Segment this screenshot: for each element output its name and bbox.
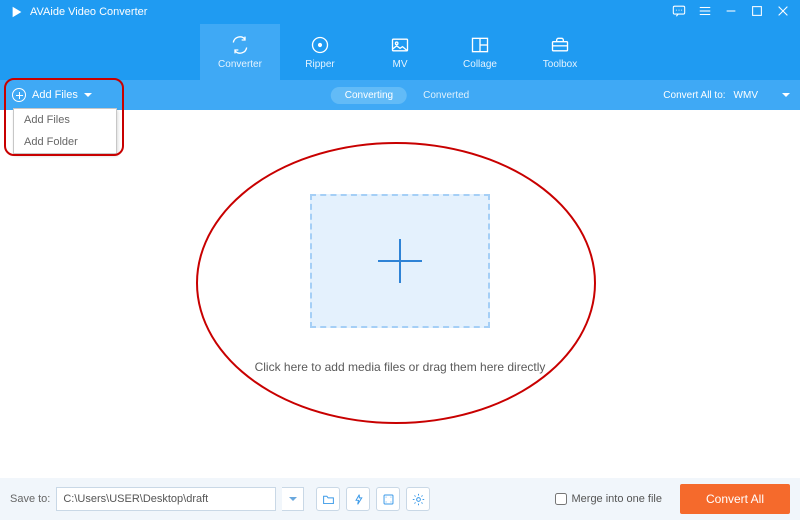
app-window: AVAide Video Converter Converter Ripper … [0, 0, 800, 520]
tab-ripper[interactable]: Ripper [280, 24, 360, 80]
subtab-converting[interactable]: Converting [331, 87, 407, 104]
convert-all-to: Convert All to: WMV [663, 90, 790, 101]
footer-icons [316, 487, 430, 511]
converter-icon [230, 35, 250, 55]
output-format-value: WMV [734, 90, 758, 101]
secondary-bar: Add Files Converting Converted Convert A… [0, 80, 800, 110]
open-folder-button[interactable] [316, 487, 340, 511]
save-to-label: Save to: [10, 493, 50, 505]
merge-label: Merge into one file [572, 493, 663, 505]
plus-circle-icon [12, 88, 26, 102]
subtab-group: Converting Converted [331, 87, 470, 104]
merge-checkbox-input[interactable] [555, 493, 567, 505]
ripper-icon [310, 35, 330, 55]
chevron-down-icon [782, 93, 790, 97]
title-bar: AVAide Video Converter [0, 0, 800, 24]
app-title: AVAide Video Converter [30, 6, 672, 18]
app-logo-icon [10, 5, 24, 19]
tab-converter[interactable]: Converter [200, 24, 280, 80]
close-icon[interactable] [776, 4, 790, 21]
tab-label: MV [393, 59, 408, 70]
add-files-button[interactable]: Add Files [0, 80, 104, 110]
merge-checkbox[interactable]: Merge into one file [555, 493, 663, 505]
dropdown-item-add-files[interactable]: Add Files [14, 109, 116, 131]
footer-bar: Save to: C:\Users\USER\Desktop\draft Mer… [0, 478, 800, 520]
save-path-dropdown[interactable] [282, 487, 304, 511]
tab-toolbox[interactable]: Toolbox [520, 24, 600, 80]
hw-accel-button[interactable] [346, 487, 370, 511]
feedback-icon[interactable] [672, 4, 686, 21]
dropzone[interactable] [310, 194, 490, 328]
convert-all-to-label: Convert All to: [663, 90, 725, 101]
main-area: Click here to add media files or drag th… [0, 110, 800, 478]
save-path-input[interactable]: C:\Users\USER\Desktop\draft [56, 487, 276, 511]
tab-label: Converter [218, 59, 262, 70]
tab-label: Toolbox [543, 59, 577, 70]
dropzone-hint: Click here to add media files or drag th… [0, 360, 800, 374]
subtab-converted[interactable]: Converted [423, 90, 469, 101]
plus-icon [378, 239, 422, 283]
toolbox-icon [550, 35, 570, 55]
add-files-label: Add Files [32, 89, 78, 101]
maximize-icon[interactable] [750, 4, 764, 21]
save-path-value: C:\Users\USER\Desktop\draft [63, 493, 208, 505]
settings-button[interactable] [406, 487, 430, 511]
window-controls [672, 4, 790, 21]
tab-collage[interactable]: Collage [440, 24, 520, 80]
tab-label: Ripper [305, 59, 334, 70]
save-to-group: Save to: C:\Users\USER\Desktop\draft [10, 487, 304, 511]
chevron-down-icon [289, 497, 297, 501]
menu-icon[interactable] [698, 4, 712, 21]
mv-icon [390, 35, 410, 55]
tab-mv[interactable]: MV [360, 24, 440, 80]
convert-all-button[interactable]: Convert All [680, 484, 790, 514]
collage-icon [470, 35, 490, 55]
tab-label: Collage [463, 59, 497, 70]
dropdown-item-add-folder[interactable]: Add Folder [14, 131, 116, 153]
minimize-icon[interactable] [724, 4, 738, 21]
output-format-select[interactable]: WMV [734, 90, 790, 101]
main-toolbar: Converter Ripper MV Collage Toolbox [0, 24, 800, 80]
chevron-down-icon [84, 93, 92, 97]
hispeed-button[interactable] [376, 487, 400, 511]
add-files-dropdown: Add Files Add Folder [13, 108, 117, 154]
